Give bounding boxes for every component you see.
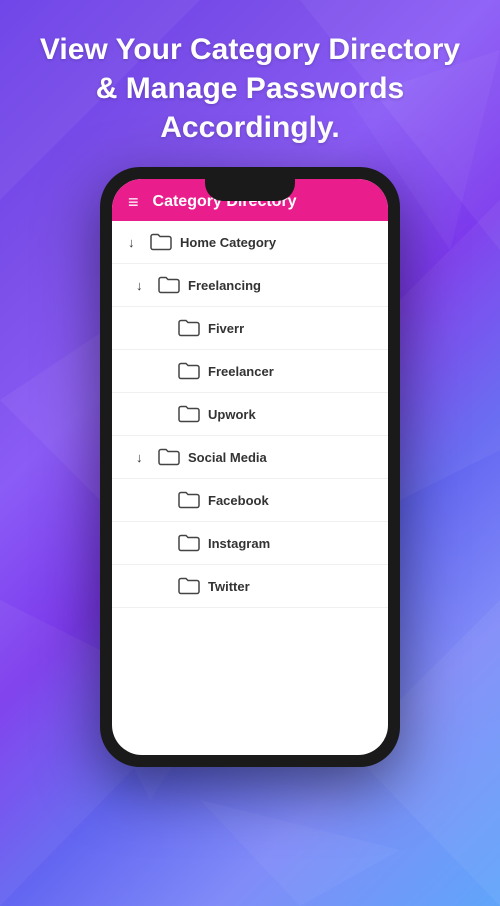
list-item[interactable]: Freelancer (112, 350, 388, 393)
arrow-icon: ↓ (136, 450, 150, 465)
menu-icon[interactable]: ≡ (128, 193, 139, 211)
arrow-icon: ↓ (128, 235, 142, 250)
folder-icon (178, 319, 200, 337)
list-item[interactable]: ↓ Home Category (112, 221, 388, 264)
phone-mockup: ≡ Category Directory ↓ Home Category↓ Fr… (100, 167, 400, 767)
list-item[interactable]: Upwork (112, 393, 388, 436)
folder-icon (178, 362, 200, 380)
folder-icon (178, 534, 200, 552)
folder-icon (150, 233, 172, 251)
item-label: Social Media (188, 450, 267, 465)
arrow-icon: ↓ (136, 278, 150, 293)
folder-icon (158, 276, 180, 294)
item-label: Home Category (180, 235, 276, 250)
item-label: Freelancing (188, 278, 261, 293)
hero-title: View Your Category Directory & Manage Pa… (30, 30, 470, 147)
item-label: Freelancer (208, 364, 274, 379)
item-label: Facebook (208, 493, 269, 508)
category-list: ↓ Home Category↓ Freelancing Fiverr (112, 221, 388, 755)
item-label: Twitter (208, 579, 250, 594)
hero-section: View Your Category Directory & Manage Pa… (0, 0, 500, 167)
item-label: Upwork (208, 407, 256, 422)
list-item[interactable]: ↓ Freelancing (112, 264, 388, 307)
item-label: Fiverr (208, 321, 244, 336)
folder-icon (158, 448, 180, 466)
folder-icon (178, 405, 200, 423)
list-item[interactable]: ↓ Social Media (112, 436, 388, 479)
list-item[interactable]: Twitter (112, 565, 388, 608)
folder-icon (178, 491, 200, 509)
item-label: Instagram (208, 536, 270, 551)
phone-notch (205, 179, 295, 201)
list-item[interactable]: Facebook (112, 479, 388, 522)
folder-icon (178, 577, 200, 595)
list-item[interactable]: Instagram (112, 522, 388, 565)
list-item[interactable]: Fiverr (112, 307, 388, 350)
phone-screen: ≡ Category Directory ↓ Home Category↓ Fr… (112, 179, 388, 755)
